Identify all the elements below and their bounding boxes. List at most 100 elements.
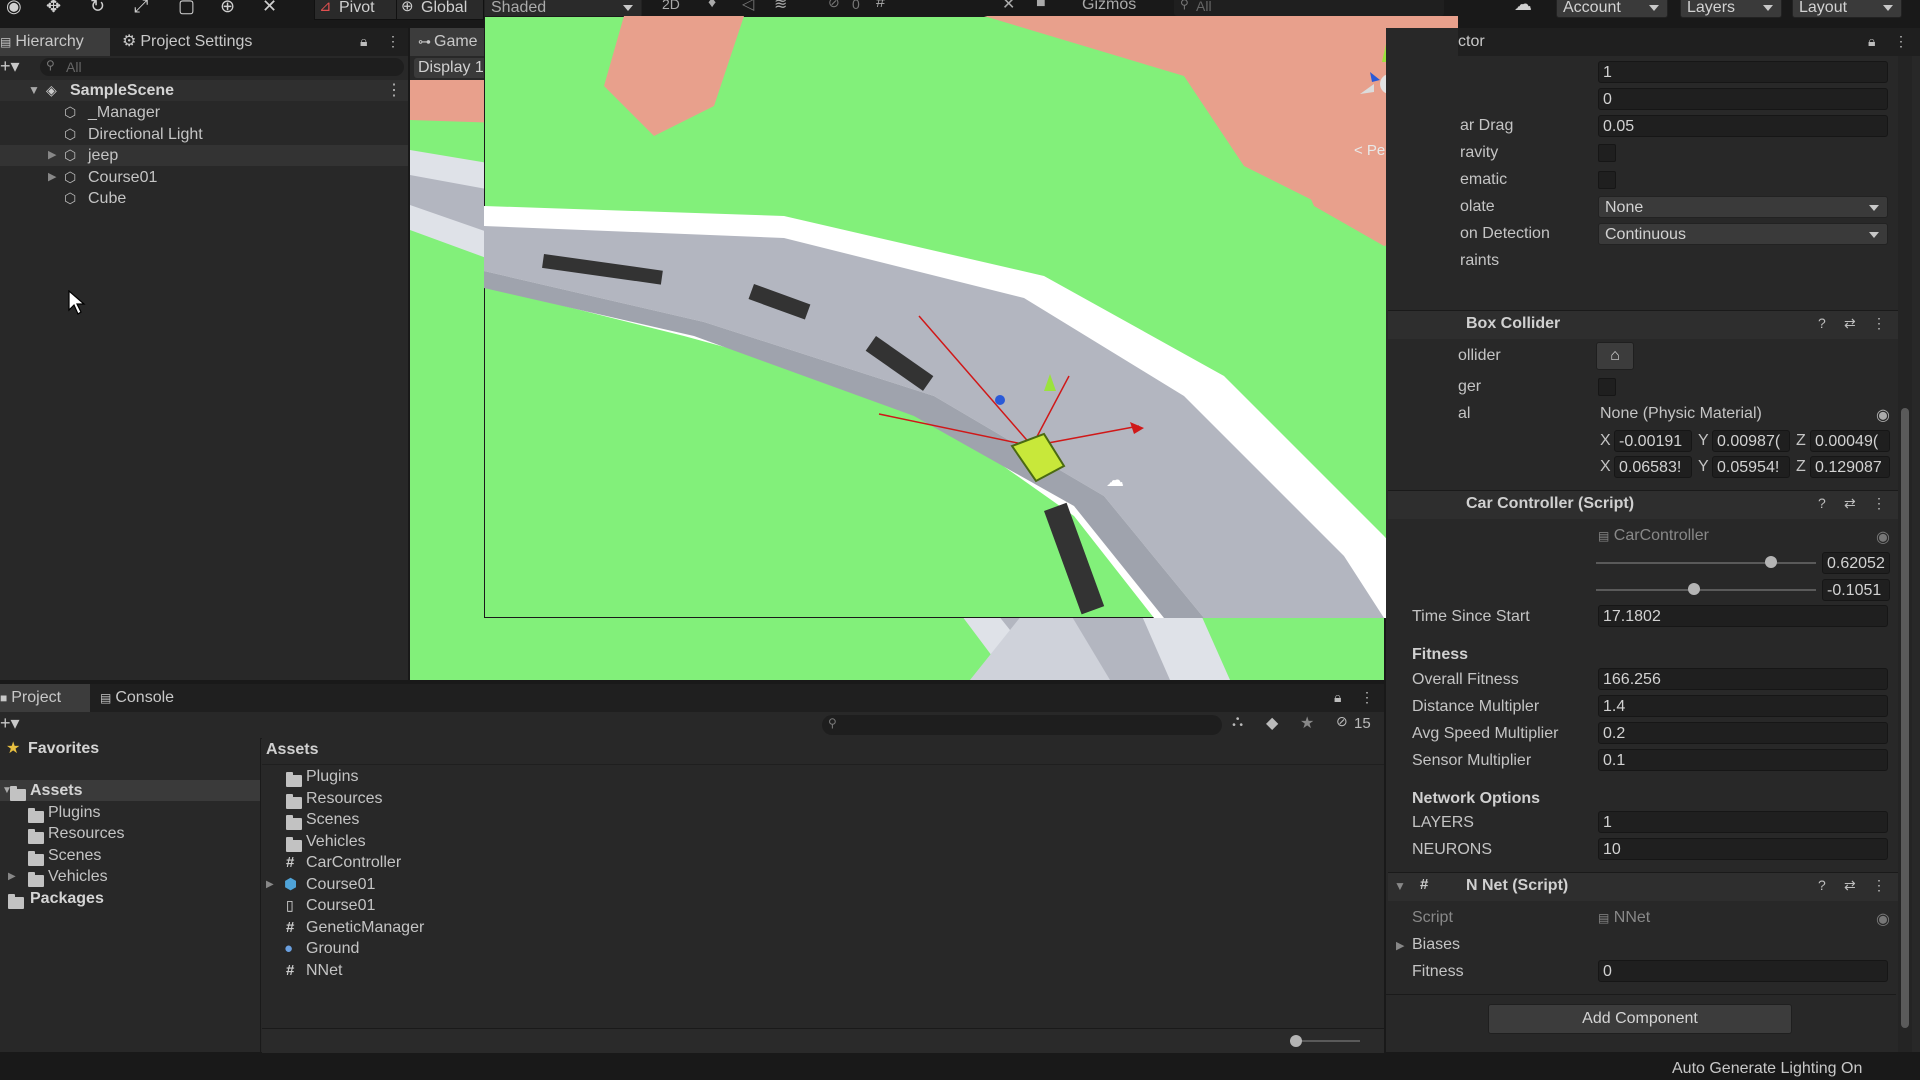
scene-search-field[interactable]: ⚲ All: [1174, 0, 1444, 16]
asset-row[interactable]: ▶ ⬢ Course01: [262, 874, 1384, 895]
rect-tool-icon[interactable]: ▢: [178, 0, 195, 17]
hierarchy-item[interactable]: ⬡ _Manager: [0, 102, 408, 123]
scene-row[interactable]: ▼ ◈ SampleScene ⋮: [0, 80, 408, 101]
create-plus-icon[interactable]: +▾: [0, 56, 20, 77]
search-by-type-icon[interactable]: ⛬: [1232, 713, 1243, 731]
lock-icon[interactable]: 🔒︎: [1868, 33, 1875, 50]
turning-field[interactable]: -0.1051: [1822, 579, 1890, 601]
layers-field[interactable]: 1: [1598, 811, 1888, 833]
biases-foldout-label[interactable]: Biases: [1412, 936, 1460, 954]
inspector-scrollbar[interactable]: [1898, 56, 1912, 1052]
help-icon[interactable]: ?: [1818, 315, 1826, 331]
is-trigger-checkbox[interactable]: [1598, 378, 1616, 396]
effects-toggle-icon[interactable]: ≋: [774, 0, 787, 14]
display-dropdown[interactable]: Display 1: [414, 58, 494, 78]
layout-dropdown[interactable]: Layout: [1792, 0, 1902, 18]
transform-tool-icon[interactable]: ⊕: [220, 0, 235, 17]
scene-menu-icon[interactable]: ⋮: [386, 80, 402, 101]
tree-folder-row[interactable]: ▶ Vehicles: [0, 866, 260, 887]
time-since-start-field[interactable]: 17.1802: [1598, 605, 1888, 627]
mass-field[interactable]: 1: [1598, 61, 1888, 83]
gizmos-dropdown[interactable]: Gizmos: [1082, 0, 1136, 14]
center-x-field[interactable]: -0.00191: [1614, 430, 1692, 452]
expand-arrow-icon[interactable]: ▶: [266, 874, 274, 895]
tab-project[interactable]: ■ Project: [0, 684, 90, 712]
hierarchy-item[interactable]: ▶ ⬡ jeep: [0, 145, 408, 166]
tools-icon[interactable]: ✕: [1002, 0, 1015, 14]
neurons-field[interactable]: 10: [1598, 838, 1888, 860]
preset-icon[interactable]: ⇄: [1844, 315, 1856, 332]
car-controller-header[interactable]: Car Controller (Script) ? ⇄ ⋮: [1388, 490, 1898, 519]
hierarchy-item[interactable]: ⬡ Directional Light: [0, 124, 408, 145]
slider-handle[interactable]: [1688, 583, 1700, 595]
rotate-tool-icon[interactable]: ↻: [90, 0, 105, 17]
car-controller-script-field[interactable]: ▤ CarController ◉: [1598, 527, 1890, 547]
project-search-input[interactable]: ⚲: [822, 715, 1222, 735]
interpolate-dropdown[interactable]: None: [1598, 196, 1888, 218]
object-picker-icon[interactable]: ◉: [1876, 405, 1890, 425]
asset-row[interactable]: # CarController: [262, 852, 1384, 873]
assets-tree-row[interactable]: ▼ Assets: [0, 780, 260, 801]
create-plus-icon[interactable]: +▾: [0, 713, 20, 734]
asset-row[interactable]: Resources: [262, 788, 1384, 809]
expand-arrow-icon[interactable]: ▶: [48, 145, 56, 166]
overall-fitness-field[interactable]: 166.256: [1598, 668, 1888, 690]
favorite-star-icon[interactable]: ★: [1300, 713, 1314, 733]
biases-foldout-icon[interactable]: ▶: [1396, 939, 1404, 952]
hierarchy-search-input[interactable]: ⚲ All: [40, 58, 404, 76]
tab-console[interactable]: ▤ Console: [100, 684, 200, 712]
component-menu-icon[interactable]: ⋮: [1872, 877, 1886, 894]
more-menu-icon[interactable]: ⋮: [1894, 33, 1908, 50]
more-menu-icon[interactable]: ⋮: [1360, 689, 1374, 706]
hierarchy-item[interactable]: ⬡ Cube: [0, 188, 408, 209]
nnet-fitness-field[interactable]: 0: [1598, 960, 1888, 982]
asset-row[interactable]: ▯ Course01: [262, 895, 1384, 916]
object-picker-icon[interactable]: ◉: [1876, 909, 1890, 929]
scrollbar-thumb[interactable]: [1901, 408, 1909, 1028]
asset-row[interactable]: Plugins: [262, 766, 1384, 787]
hierarchy-item[interactable]: ▶ ⬡ Course01: [0, 167, 408, 188]
box-collider-header[interactable]: Box Collider ? ⇄ ⋮: [1388, 310, 1898, 339]
preset-icon[interactable]: ⇄: [1844, 877, 1856, 894]
tab-inspector[interactable]: ctor: [1458, 28, 1578, 56]
asset-row[interactable]: ● Ground: [262, 938, 1384, 959]
2d-toggle[interactable]: 2D: [662, 0, 680, 12]
status-text[interactable]: Auto Generate Lighting On: [1672, 1060, 1862, 1078]
expand-arrow-icon[interactable]: ▶: [8, 866, 16, 887]
expand-arrow-icon[interactable]: ▼: [28, 80, 40, 101]
drag-field[interactable]: 0: [1598, 88, 1888, 110]
icon-size-slider[interactable]: [1290, 1035, 1360, 1047]
use-gravity-checkbox[interactable]: [1598, 144, 1616, 162]
slider-handle[interactable]: [1290, 1035, 1302, 1047]
component-menu-icon[interactable]: ⋮: [1872, 495, 1886, 512]
distance-multiplier-field[interactable]: 1.4: [1598, 695, 1888, 717]
asset-row[interactable]: Vehicles: [262, 831, 1384, 852]
layers-dropdown[interactable]: Layers: [1680, 0, 1782, 18]
add-component-button[interactable]: Add Component: [1488, 1004, 1792, 1034]
object-picker-icon[interactable]: ◉: [1876, 527, 1890, 547]
angular-drag-field[interactable]: 0.05: [1598, 115, 1888, 137]
move-tool-icon[interactable]: ✥: [46, 0, 61, 17]
turning-slider[interactable]: [1596, 583, 1816, 597]
pivot-toggle[interactable]: ⊿ Pivot: [314, 0, 402, 20]
size-y-field[interactable]: 0.05954!: [1712, 456, 1790, 478]
camera-icon[interactable]: ■: [1036, 0, 1046, 12]
hidden-objects-icon[interactable]: ⊘: [828, 0, 840, 11]
is-kinematic-checkbox[interactable]: [1598, 171, 1616, 189]
nnet-header[interactable]: ▼ # N Net (Script) ? ⇄ ⋮: [1388, 872, 1898, 901]
tab-project-settings[interactable]: ⚙ Project Settings: [122, 28, 282, 56]
lock-icon[interactable]: 🔒︎: [360, 33, 367, 50]
constraints-label[interactable]: raints: [1460, 252, 1499, 270]
asset-row[interactable]: # GeneticManager: [262, 917, 1384, 938]
nnet-script-field[interactable]: ▤ NNet ◉: [1598, 909, 1890, 929]
slider-handle[interactable]: [1765, 556, 1777, 568]
tree-folder-row[interactable]: Resources: [0, 823, 260, 844]
account-dropdown[interactable]: Account: [1556, 0, 1668, 18]
component-menu-icon[interactable]: ⋮: [1872, 315, 1886, 332]
cloud-icon[interactable]: ☁: [1514, 0, 1532, 15]
help-icon[interactable]: ?: [1818, 495, 1826, 511]
acceleration-field[interactable]: 0.62052: [1822, 552, 1890, 574]
size-x-field[interactable]: 0.06583!: [1614, 456, 1692, 478]
packages-tree-row[interactable]: Packages: [0, 888, 260, 909]
search-by-label-icon[interactable]: ◆: [1266, 713, 1278, 733]
